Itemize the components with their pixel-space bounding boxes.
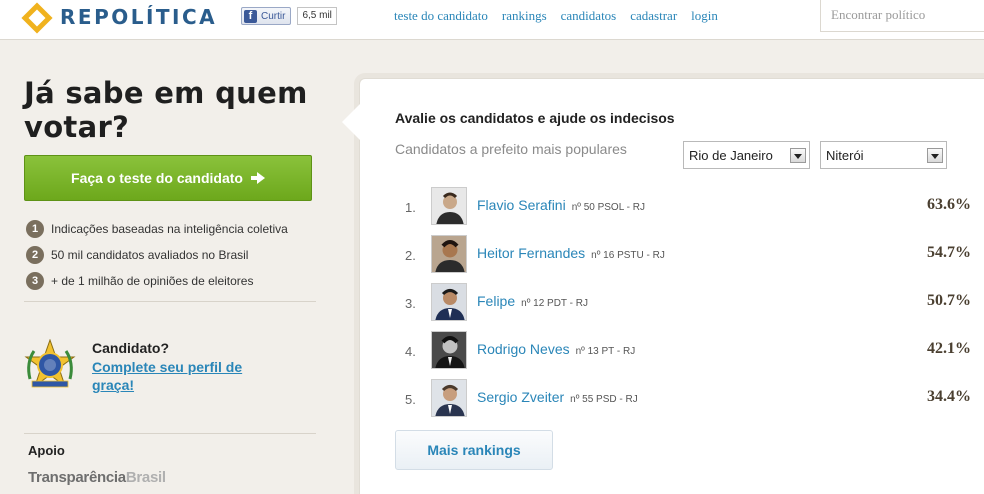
rank-position: 3. xyxy=(405,296,416,311)
candidate-name-link[interactable]: Flavio Serafini nº 50 PSOL - RJ xyxy=(477,197,645,213)
nav-link-cadastrar[interactable]: cadastrar xyxy=(630,8,677,24)
state-select-value: Rio de Janeiro xyxy=(689,148,773,163)
approval-percentage: 34.4% xyxy=(927,388,971,405)
state-select[interactable]: Rio de Janeiro xyxy=(683,141,810,169)
city-select[interactable]: Niterói xyxy=(820,141,947,169)
candidate-party: nº 13 PT - RJ xyxy=(575,346,636,357)
candidate-name: Rodrigo Neves xyxy=(477,341,570,357)
search-input[interactable] xyxy=(831,0,981,30)
approval-percentage: 54.7% xyxy=(927,244,971,261)
diamond-logo-icon xyxy=(21,2,53,34)
number-badge: 3 xyxy=(26,272,44,290)
candidate-party: nº 55 PSD - RJ xyxy=(570,394,638,405)
ranking-row: 1. Flavio Serafini nº 50 PSOL - RJ 63.6% xyxy=(395,186,979,234)
candidate-question: Candidato? xyxy=(92,340,169,356)
main-nav: teste do candidato rankings candidatos c… xyxy=(394,8,732,24)
ranking-row: 5. Sergio Zveiter nº 55 PSD - RJ 34.4% xyxy=(395,378,979,426)
nav-link-login[interactable]: login xyxy=(691,8,718,24)
rank-position: 1. xyxy=(405,200,416,215)
section-divider xyxy=(24,301,316,302)
search-box xyxy=(820,0,984,32)
facebook-like-label: Curtir xyxy=(261,10,286,22)
candidate-photo[interactable] xyxy=(431,235,467,273)
brand-name: REPOLÍTICA xyxy=(60,5,218,29)
candidate-name-link[interactable]: Sergio Zveiter nº 55 PSD - RJ xyxy=(477,389,638,405)
arrow-right-icon xyxy=(250,172,265,184)
candidate-name: Felipe xyxy=(477,293,516,309)
feature-item: 3 + de 1 milhão de opiniões de eleitores xyxy=(26,268,288,294)
candidate-name: Sergio Zveiter xyxy=(477,389,565,405)
approval-percentage: 42.1% xyxy=(927,340,971,357)
approval-percentage: 50.7% xyxy=(927,292,971,309)
feature-item: 2 50 mil candidatos avaliados no Brasil xyxy=(26,242,288,268)
chevron-down-icon xyxy=(927,148,943,163)
take-test-label: Faça o teste do candidato xyxy=(71,170,243,186)
logo-part-2: Brasil xyxy=(125,469,166,486)
panel-pointer xyxy=(342,104,360,140)
facebook-like-button[interactable]: f Curtir xyxy=(241,7,292,25)
more-rankings-label: Mais rankings xyxy=(427,442,521,458)
hero-heading: Já sabe em quem votar? xyxy=(24,76,308,144)
candidate-photo[interactable] xyxy=(431,331,467,369)
candidate-photo[interactable] xyxy=(431,379,467,417)
candidate-name: Heitor Fernandes xyxy=(477,245,586,261)
facebook-like-count: 6,5 mil xyxy=(297,7,337,25)
number-badge: 2 xyxy=(26,246,44,264)
brand-logo[interactable]: REPOLÍTICA xyxy=(21,2,218,34)
feature-text: 50 mil candidatos avaliados no Brasil xyxy=(51,248,249,262)
rank-position: 5. xyxy=(405,392,416,407)
approval-percentage: 63.6% xyxy=(927,196,971,213)
candidate-name: Flavio Serafini xyxy=(477,197,566,213)
feature-text: Indicações baseadas na inteligência cole… xyxy=(51,222,288,236)
candidate-name-link[interactable]: Felipe nº 12 PDT - RJ xyxy=(477,293,588,309)
rank-position: 2. xyxy=(405,248,416,263)
logo-part-1: Transparência xyxy=(28,469,126,486)
rank-position: 4. xyxy=(405,344,416,359)
feature-item: 1 Indicações baseadas na inteligência co… xyxy=(26,216,288,242)
candidate-party: nº 12 PDT - RJ xyxy=(521,298,588,309)
take-test-button[interactable]: Faça o teste do candidato xyxy=(24,155,312,201)
nav-link-teste[interactable]: teste do candidato xyxy=(394,8,488,24)
brazil-coat-of-arms-icon xyxy=(24,339,76,388)
facebook-like-widget: f Curtir 6,5 mil xyxy=(241,7,337,25)
candidate-photo[interactable] xyxy=(431,187,467,225)
city-select-value: Niterói xyxy=(826,148,864,163)
transparencia-brasil-logo[interactable]: TransparênciaBrasil xyxy=(28,469,166,486)
chevron-down-icon xyxy=(790,148,806,163)
more-rankings-button[interactable]: Mais rankings xyxy=(395,430,553,470)
candidate-party: nº 16 PSTU - RJ xyxy=(591,250,665,261)
nav-link-candidatos[interactable]: candidatos xyxy=(561,8,617,24)
panel-subtitle: Candidatos a prefeito mais populares xyxy=(395,141,627,157)
ranking-row: 3. Felipe nº 12 PDT - RJ 50.7% xyxy=(395,282,979,330)
candidate-name-link[interactable]: Heitor Fernandes nº 16 PSTU - RJ xyxy=(477,245,665,261)
ranking-row: 2. Heitor Fernandes nº 16 PSTU - RJ 54.7% xyxy=(395,234,979,282)
support-label: Apoio xyxy=(28,443,65,458)
candidate-party: nº 50 PSOL - RJ xyxy=(571,202,646,213)
section-divider xyxy=(24,433,316,434)
nav-link-rankings[interactable]: rankings xyxy=(502,8,547,24)
facebook-icon: f xyxy=(244,9,257,23)
top-header: REPOLÍTICA f Curtir 6,5 mil teste do can… xyxy=(0,0,984,40)
feature-text: + de 1 milhão de opiniões de eleitores xyxy=(51,274,254,288)
candidate-name-link[interactable]: Rodrigo Neves nº 13 PT - RJ xyxy=(477,341,635,357)
feature-list: 1 Indicações baseadas na inteligência co… xyxy=(26,216,288,294)
candidate-photo[interactable] xyxy=(431,283,467,321)
ranking-row: 4. Rodrigo Neves nº 13 PT - RJ 42.1% xyxy=(395,330,979,378)
panel-title: Avalie os candidatos e ajude os indeciso… xyxy=(395,110,675,126)
number-badge: 1 xyxy=(26,220,44,238)
complete-profile-link[interactable]: Complete seu perfil de graça! xyxy=(92,358,262,394)
